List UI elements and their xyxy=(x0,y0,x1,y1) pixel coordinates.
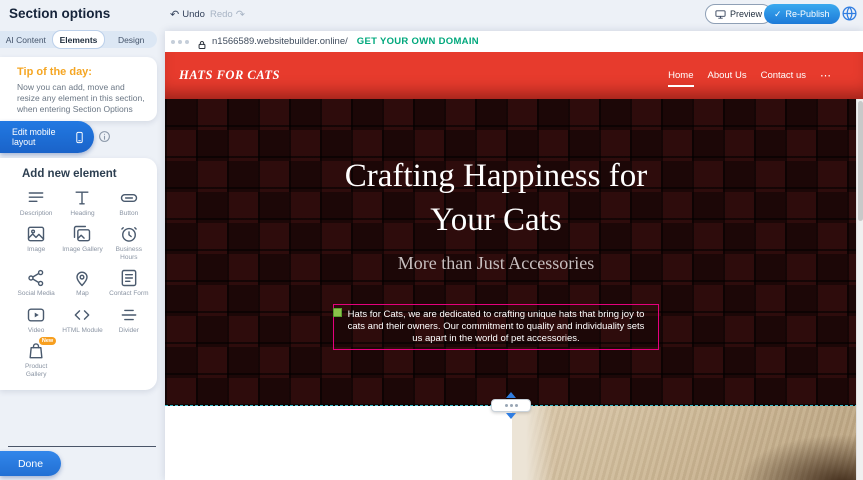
resize-grip xyxy=(491,399,531,412)
language-globe-icon[interactable] xyxy=(841,5,858,22)
panel-tabs: AI Content Elements Design xyxy=(0,31,157,48)
element-product-gallery[interactable]: New Product Gallery xyxy=(14,341,58,378)
section-resize-handle[interactable] xyxy=(487,392,535,419)
element-divider[interactable]: Divider xyxy=(107,305,151,334)
nav-more-icon[interactable]: ⋯ xyxy=(820,69,831,82)
element-grid: Description Heading Button Image Image G… xyxy=(14,188,151,378)
nav-contact-us[interactable]: Contact us xyxy=(761,70,806,81)
element-drag-handle[interactable] xyxy=(333,308,342,317)
arrow-up-icon xyxy=(506,392,516,398)
hero-subtitle[interactable]: More than Just Accessories xyxy=(398,253,594,274)
section-image[interactable] xyxy=(512,406,856,480)
check-icon: ✓ xyxy=(774,9,782,20)
image-gallery-icon xyxy=(72,224,92,244)
video-icon xyxy=(26,305,46,325)
browser-address-bar: n1566589.websitebuilder.online/ GET YOUR… xyxy=(165,31,863,52)
republish-button[interactable]: ✓ Re-Publish xyxy=(764,4,840,24)
element-image[interactable]: Image xyxy=(14,224,58,261)
phone-icon xyxy=(73,128,86,147)
image-icon xyxy=(26,224,46,244)
preview-label: Preview xyxy=(730,9,762,19)
divider-icon xyxy=(119,305,139,325)
nav-about-us[interactable]: About Us xyxy=(708,70,747,81)
monitor-icon xyxy=(715,9,726,20)
element-image-gallery[interactable]: Image Gallery xyxy=(60,224,104,261)
hero-title[interactable]: Crafting Happiness for Your Cats xyxy=(320,155,672,243)
site-url: n1566589.websitebuilder.online/ xyxy=(212,36,348,47)
window-dots-icon xyxy=(171,40,189,44)
arrow-down-icon xyxy=(506,413,516,419)
site-preview: n1566589.websitebuilder.online/ GET YOUR… xyxy=(165,31,863,480)
selected-text-element[interactable]: Hats for Cats, we are dedicated to craft… xyxy=(333,304,659,350)
map-icon xyxy=(72,268,92,288)
app-root: Section options ↶ Undo Redo ↷ Preview ✓ … xyxy=(0,0,863,480)
hero-paragraph: Hats for Cats, we are dedicated to craft… xyxy=(343,309,649,345)
redo-button[interactable]: Redo ↷ xyxy=(210,0,245,28)
done-label: Done xyxy=(18,458,43,470)
tip-card: Tip of the day: Now you can add, move an… xyxy=(0,57,157,121)
lock-icon xyxy=(197,37,207,47)
element-button[interactable]: Button xyxy=(107,188,151,217)
nav-home[interactable]: Home xyxy=(668,70,693,81)
element-video[interactable]: Video xyxy=(14,305,58,334)
hero-content: Crafting Happiness for Your Cats More th… xyxy=(165,99,863,406)
button-icon xyxy=(119,188,139,208)
undo-icon: ↶ xyxy=(170,8,179,21)
edit-mobile-layout-button[interactable]: Edit mobile layout xyxy=(0,121,94,153)
element-business-hours[interactable]: Business Hours xyxy=(107,224,151,261)
tab-design[interactable]: Design xyxy=(105,31,157,48)
add-element-panel: Add new element Description Heading Butt… xyxy=(0,158,157,390)
element-html-module[interactable]: HTML Module xyxy=(60,305,104,334)
top-bar: Section options ↶ Undo Redo ↷ Preview ✓ … xyxy=(0,0,863,28)
heading-icon xyxy=(72,188,92,208)
undo-label: Undo xyxy=(182,9,205,20)
social-media-icon xyxy=(26,268,46,288)
contact-form-icon xyxy=(119,268,139,288)
new-badge: New xyxy=(39,337,56,345)
element-social-media[interactable]: Social Media xyxy=(14,268,58,297)
element-description[interactable]: Description xyxy=(14,188,58,217)
page-title: Section options xyxy=(9,0,110,28)
site-logo[interactable]: HATS FOR CATS xyxy=(179,68,280,83)
site-nav: Home About Us Contact us ⋯ xyxy=(668,69,831,82)
html-module-icon xyxy=(72,305,92,325)
sidebar-divider xyxy=(8,446,156,447)
scrollbar-thumb[interactable] xyxy=(858,101,863,221)
done-button[interactable]: Done xyxy=(0,451,61,476)
republish-label: Re-Publish xyxy=(786,9,830,19)
info-icon[interactable] xyxy=(98,130,111,143)
site-header: HATS FOR CATS Home About Us Contact us ⋯ xyxy=(165,52,863,99)
redo-label: Redo xyxy=(210,9,233,20)
element-contact-form[interactable]: Contact Form xyxy=(107,268,151,297)
description-icon xyxy=(26,188,46,208)
tab-elements[interactable]: Elements xyxy=(52,30,106,49)
element-map[interactable]: Map xyxy=(60,268,104,297)
undo-button[interactable]: ↶ Undo xyxy=(170,0,205,28)
tab-ai-content[interactable]: AI Content xyxy=(0,31,52,48)
add-panel-title: Add new element xyxy=(22,168,151,180)
product-gallery-icon: New xyxy=(26,341,46,361)
redo-icon: ↷ xyxy=(236,8,245,21)
element-heading[interactable]: Heading xyxy=(60,188,104,217)
hero-section: Crafting Happiness for Your Cats More th… xyxy=(165,99,863,406)
tip-body: Now you can add, move and resize any ele… xyxy=(17,82,145,115)
tip-title: Tip of the day: xyxy=(17,66,145,78)
preview-scrollbar[interactable] xyxy=(856,99,863,480)
business-hours-icon xyxy=(119,224,139,244)
preview-button[interactable]: Preview xyxy=(705,4,772,24)
edit-mobile-label: Edit mobile layout xyxy=(12,127,67,147)
get-domain-link[interactable]: GET YOUR OWN DOMAIN xyxy=(357,36,479,47)
